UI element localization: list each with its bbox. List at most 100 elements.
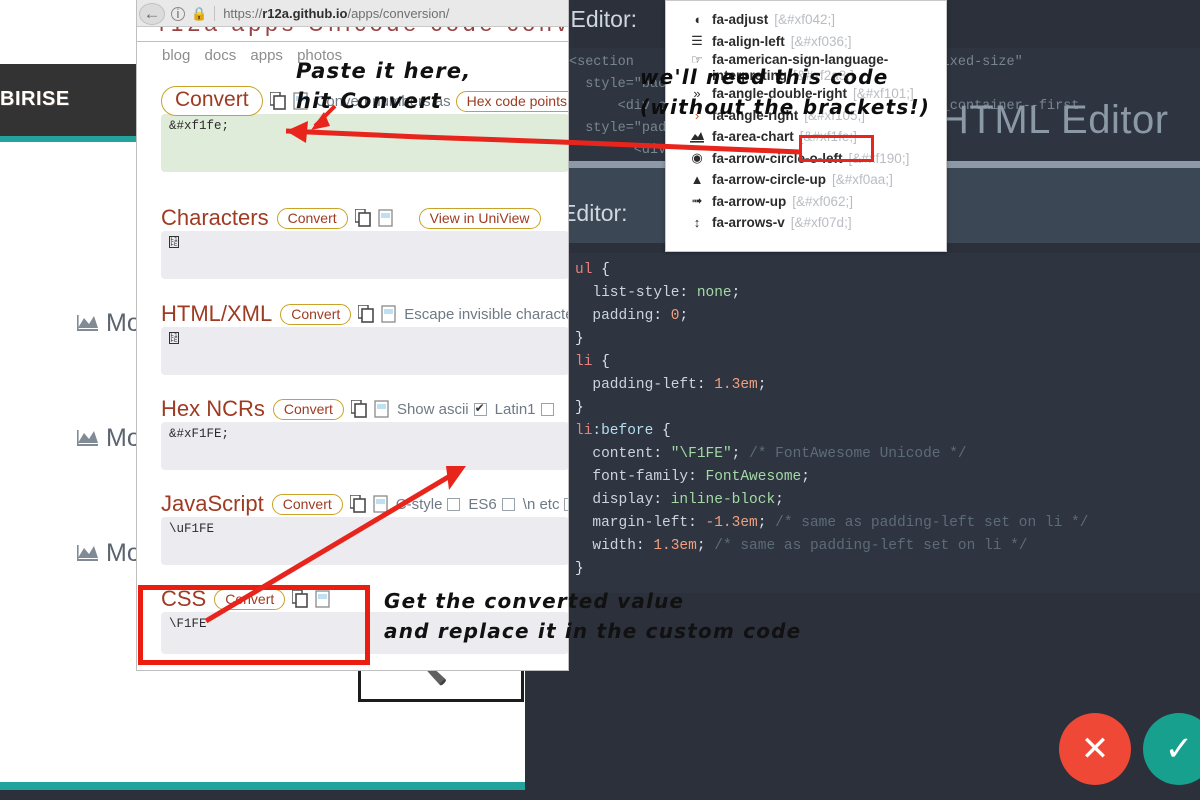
dropdown-item-label: fa-arrow-circle-up: [712, 172, 826, 187]
site-footer-accent-rule: [0, 782, 525, 790]
page-icon[interactable]: [373, 495, 389, 513]
back-arrow-icon[interactable]: ←: [139, 3, 165, 25]
css-token: 1.3em: [714, 377, 758, 393]
css-code-editor[interactable]: ul { list-style: none; padding: 0; } li …: [565, 253, 1200, 593]
css-output-highlight-box: [138, 585, 370, 665]
section-title: Characters: [161, 205, 269, 231]
area-chart-icon: [76, 313, 100, 333]
copy-icon[interactable]: [350, 495, 366, 513]
css-token: display: [575, 492, 653, 508]
arrow-circle-o-left-icon: ◉: [688, 150, 706, 166]
css-token: FontAwesome: [706, 469, 802, 485]
css-token: /* same as padding-left set on li */: [714, 538, 1027, 554]
dropdown-item[interactable]: ↕ fa-arrows-v [&#xf07d;]: [666, 212, 946, 234]
annotation-line: Get the converted value: [384, 586, 801, 616]
info-icon[interactable]: i: [171, 7, 185, 21]
css-token: ;: [732, 285, 741, 301]
dropdown-item-code: [&#xf062;]: [792, 194, 853, 209]
convert-button[interactable]: Convert: [277, 208, 348, 229]
dropdown-item-code: [&#xf036;]: [791, 34, 852, 49]
convert-button[interactable]: Convert: [273, 399, 344, 420]
nav-link-docs[interactable]: docs: [205, 47, 237, 64]
annotation-note-paste: Paste it here, hit Convert: [296, 56, 471, 116]
dropdown-item-label: fa-adjust: [712, 12, 768, 27]
annotation-line: (without the brackets!): [640, 92, 930, 122]
css-token: width: [575, 538, 636, 554]
page-icon[interactable]: [378, 209, 394, 227]
copy-icon[interactable]: [270, 92, 286, 110]
convert-button[interactable]: Convert: [272, 494, 343, 515]
css-token: :: [679, 285, 696, 301]
newline-etc-checkbox[interactable]: [564, 498, 568, 511]
es6-checkbox[interactable]: [502, 498, 515, 511]
fontawesome-autocomplete-dropdown[interactable]: ◖ fa-adjust [&#xf042;] ☰ fa-align-left […: [665, 0, 947, 252]
dropdown-item[interactable]: ☰ fa-align-left [&#xf036;]: [666, 31, 946, 53]
copy-icon[interactable]: [351, 400, 367, 418]
css-token: ;: [801, 469, 810, 485]
annotation-note-get-value: Get the converted value and replace it i…: [384, 586, 801, 646]
css-token: /* same as padding-left set on li */: [775, 515, 1088, 531]
css-token: :: [697, 377, 714, 393]
close-icon: ✕: [1081, 732, 1110, 766]
dropdown-item-label: fa-area-chart: [712, 129, 794, 144]
dropdown-item[interactable]: ➟ fa-arrow-up [&#xf062;]: [666, 191, 946, 213]
area-chart-icon: [76, 543, 100, 563]
confirm-button[interactable]: ✓: [1143, 713, 1200, 785]
hex-ncrs-output[interactable]: &#xF1FE;: [161, 422, 568, 470]
characters-output[interactable]: F1FE: [161, 231, 568, 279]
css-token: padding: [575, 308, 653, 324]
dropdown-item[interactable]: ◖ fa-adjust [&#xf042;]: [666, 9, 946, 31]
url-domain: r12a.github.io: [262, 6, 347, 21]
show-ascii-checkbox[interactable]: [474, 403, 487, 416]
copy-icon[interactable]: [355, 209, 371, 227]
site-masthead-strip: r12a apps Unicode code converter: [137, 27, 568, 43]
newline-etc-label: \n etc: [523, 496, 560, 513]
css-token: none: [697, 285, 732, 301]
html-code-line: <section: [569, 55, 634, 70]
nav-link-blog[interactable]: blog: [162, 47, 190, 64]
arrow-up-icon: ➟: [688, 193, 706, 209]
convert-numbers-select[interactable]: Hex code points: [456, 91, 568, 112]
css-token: ;: [732, 446, 749, 462]
javascript-output[interactable]: \uF1FE: [161, 517, 568, 565]
c-style-checkbox[interactable]: [447, 498, 460, 511]
check-icon: ✓: [1165, 732, 1194, 766]
browser-toolbar: ← i 🔒 https://r12a.github.io/apps/conver…: [137, 0, 568, 27]
site-brand-label: BIRISE: [0, 88, 160, 111]
css-token: }: [575, 561, 584, 577]
section-title: Hex NCRs: [161, 396, 265, 422]
cancel-button[interactable]: ✕: [1059, 713, 1131, 785]
adjust-icon: ◖: [688, 12, 706, 27]
css-token: ;: [697, 538, 714, 554]
dropdown-item-code: [&#xf07d;]: [791, 215, 852, 230]
convert-button[interactable]: Convert: [280, 304, 351, 325]
css-token: -1.3em: [706, 515, 758, 531]
area-chart-icon: [76, 428, 100, 448]
dropdown-item[interactable]: ▲ fa-arrow-circle-up [&#xf0aa;]: [666, 169, 946, 191]
c-style-label: C-style: [396, 496, 443, 513]
css-token: :: [688, 515, 705, 531]
css-token: content: [575, 446, 653, 462]
url-scheme: https://: [223, 6, 262, 21]
view-in-uniview-button[interactable]: View in UniView: [419, 208, 541, 229]
section-title: HTML/XML: [161, 301, 272, 327]
css-token: {: [592, 354, 609, 370]
nav-link-apps[interactable]: apps: [250, 47, 283, 64]
url-bar[interactable]: ← i 🔒 https://r12a.github.io/apps/conver…: [137, 0, 568, 27]
latin1-checkbox[interactable]: [541, 403, 554, 416]
url-path: /apps/conversion/: [347, 6, 449, 21]
converter-section-javascript: JavaScript Convert C-style ES6 \n etc: [161, 491, 568, 565]
converter-section-hex-ncrs: Hex NCRs Convert Show ascii Latin1 &#xF1…: [161, 396, 568, 470]
css-token: margin-left: [575, 515, 688, 531]
url-text[interactable]: https://r12a.github.io/apps/conversion/: [223, 6, 449, 21]
input-textarea[interactable]: &#xf1fe;: [161, 114, 568, 172]
html-xml-output[interactable]: F1FE: [161, 327, 568, 375]
css-token: ;: [775, 492, 784, 508]
page-icon[interactable]: [381, 305, 397, 323]
input-convert-button[interactable]: Convert: [161, 86, 263, 116]
annotation-line: we'll need this code: [640, 62, 930, 92]
page-icon[interactable]: [374, 400, 390, 418]
css-token: list-style: [575, 285, 679, 301]
css-token: :: [636, 538, 653, 554]
copy-icon[interactable]: [358, 305, 374, 323]
